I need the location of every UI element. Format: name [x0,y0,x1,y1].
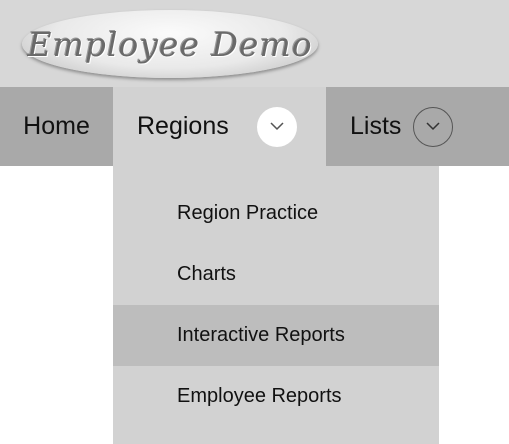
menu-item-region-practice[interactable]: Region Practice [113,183,439,244]
logo-text: Employee Demo [27,24,313,64]
chevron-down-icon[interactable] [256,106,297,147]
menu-item-label: Charts [177,263,236,285]
menu-item-charts[interactable]: Charts [113,244,439,305]
menu-item-label: Region Practice [177,202,319,224]
nav-regions-label: Regions [137,112,229,140]
main-nav: Home Regions Lists [0,87,509,166]
menu-item-label: Interactive Reports [177,324,345,346]
app-header: Employee Demo [0,0,509,87]
chevron-down-icon[interactable] [413,106,454,147]
menu-item-label: Employee Reports [177,385,342,407]
nav-home-label: Home [23,112,90,140]
app-logo[interactable]: Employee Demo [22,10,318,78]
menu-item-employee-reports[interactable]: Employee Reports [113,366,439,427]
nav-home[interactable]: Home [0,87,113,166]
nav-regions[interactable]: Regions [113,87,326,166]
regions-dropdown-menu: Region Practice Charts Interactive Repor… [113,166,439,444]
nav-lists[interactable]: Lists [326,87,509,166]
menu-item-interactive-reports[interactable]: Interactive Reports [113,305,439,366]
nav-lists-label: Lists [350,112,402,140]
